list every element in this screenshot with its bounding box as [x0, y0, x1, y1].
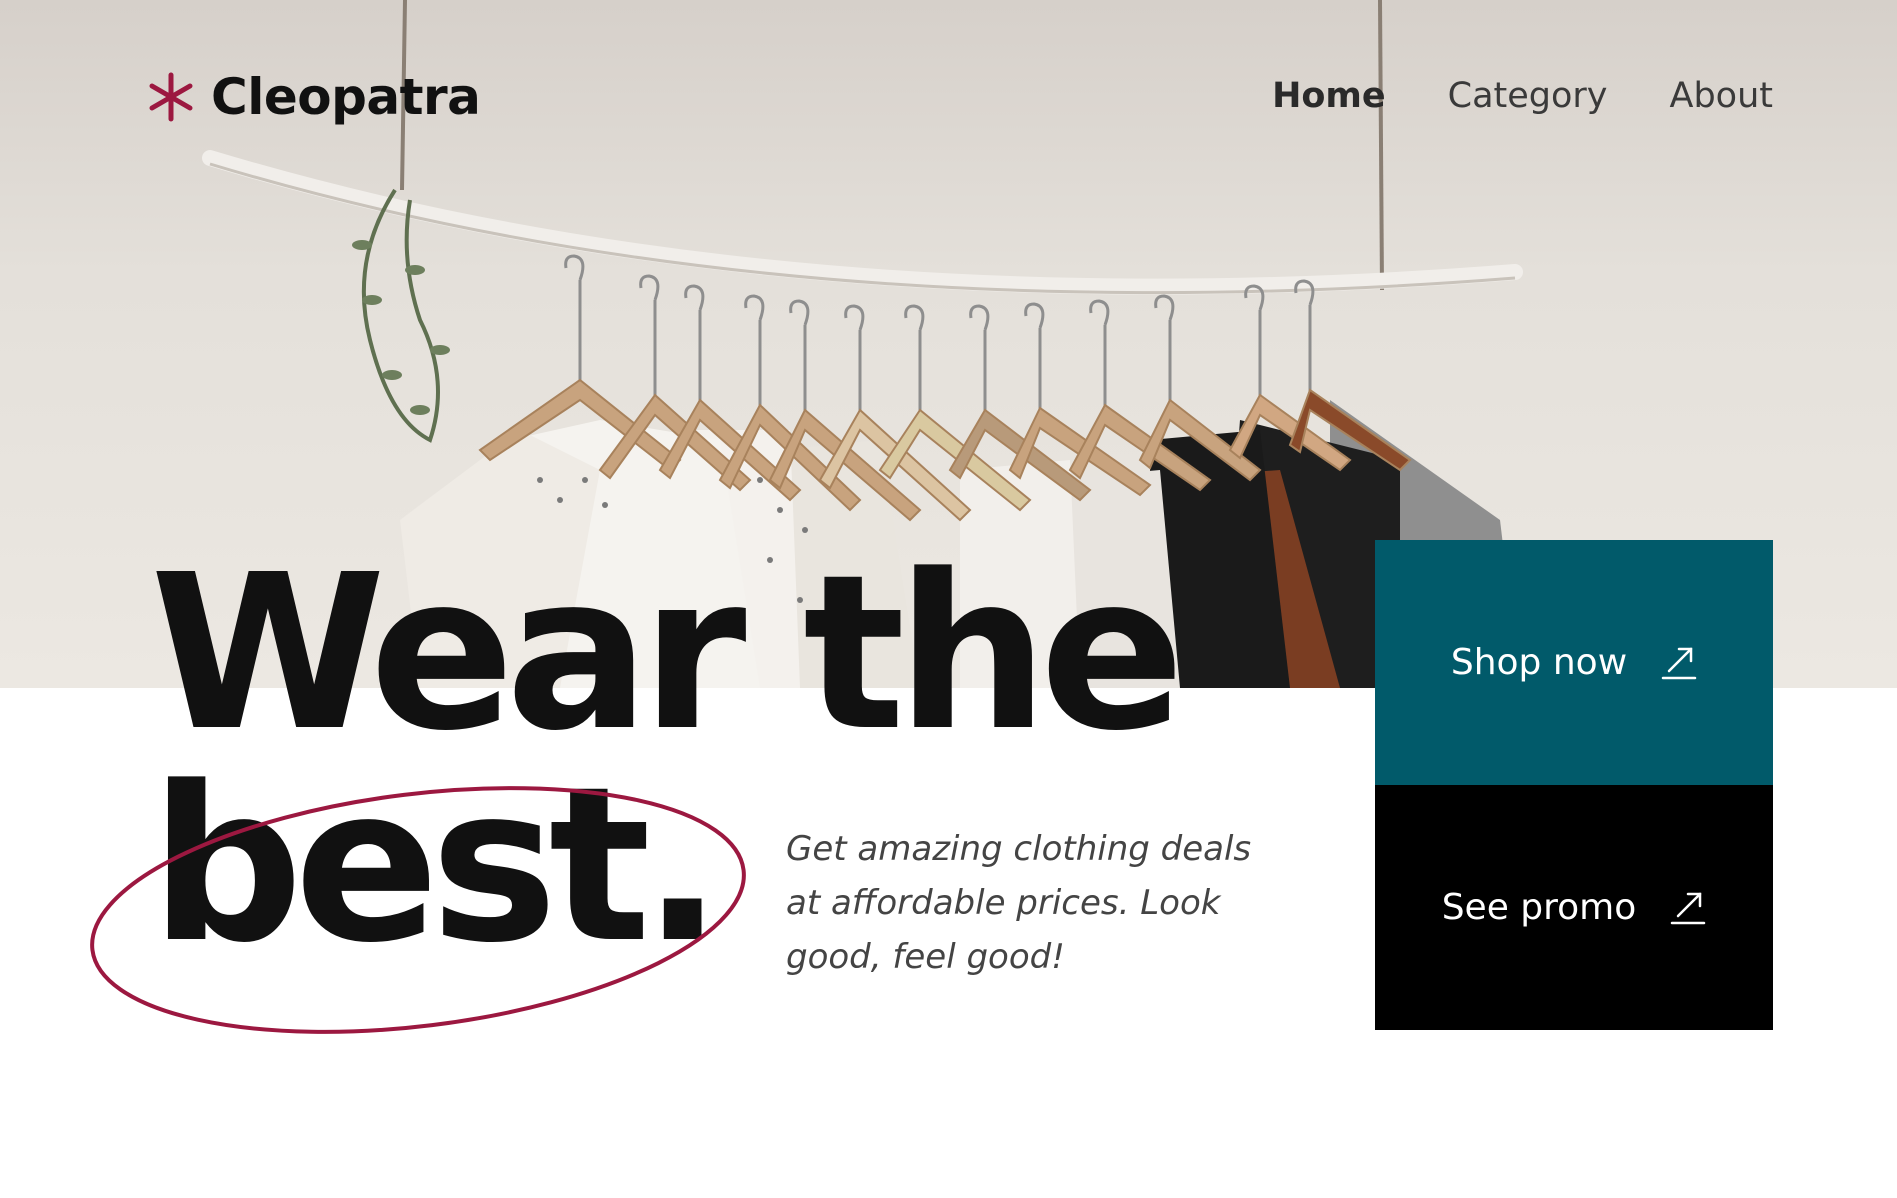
arrow-up-right-icon [1671, 892, 1706, 924]
arrow-up-right-icon [1661, 647, 1697, 679]
brand-logo[interactable]: Cleopatra [145, 68, 481, 126]
asterisk-icon [149, 72, 193, 122]
see-promo-button[interactable]: See promo [1375, 785, 1773, 1030]
nav-home[interactable]: Home [1272, 76, 1386, 116]
hero-tagline: Get amazing clothing deals at affordable… [786, 829, 1252, 977]
nav-about[interactable]: About [1670, 76, 1773, 116]
brand-name: Cleopatra [211, 68, 481, 126]
shop-now-label: Shop now [1450, 642, 1628, 683]
see-promo-label: See promo [1441, 887, 1637, 928]
shop-now-button[interactable]: Shop now [1375, 540, 1773, 785]
nav-category[interactable]: Category [1448, 76, 1608, 116]
main-nav: Home Category About [1272, 76, 1773, 116]
headline-line-1: Wear the [150, 529, 1185, 778]
